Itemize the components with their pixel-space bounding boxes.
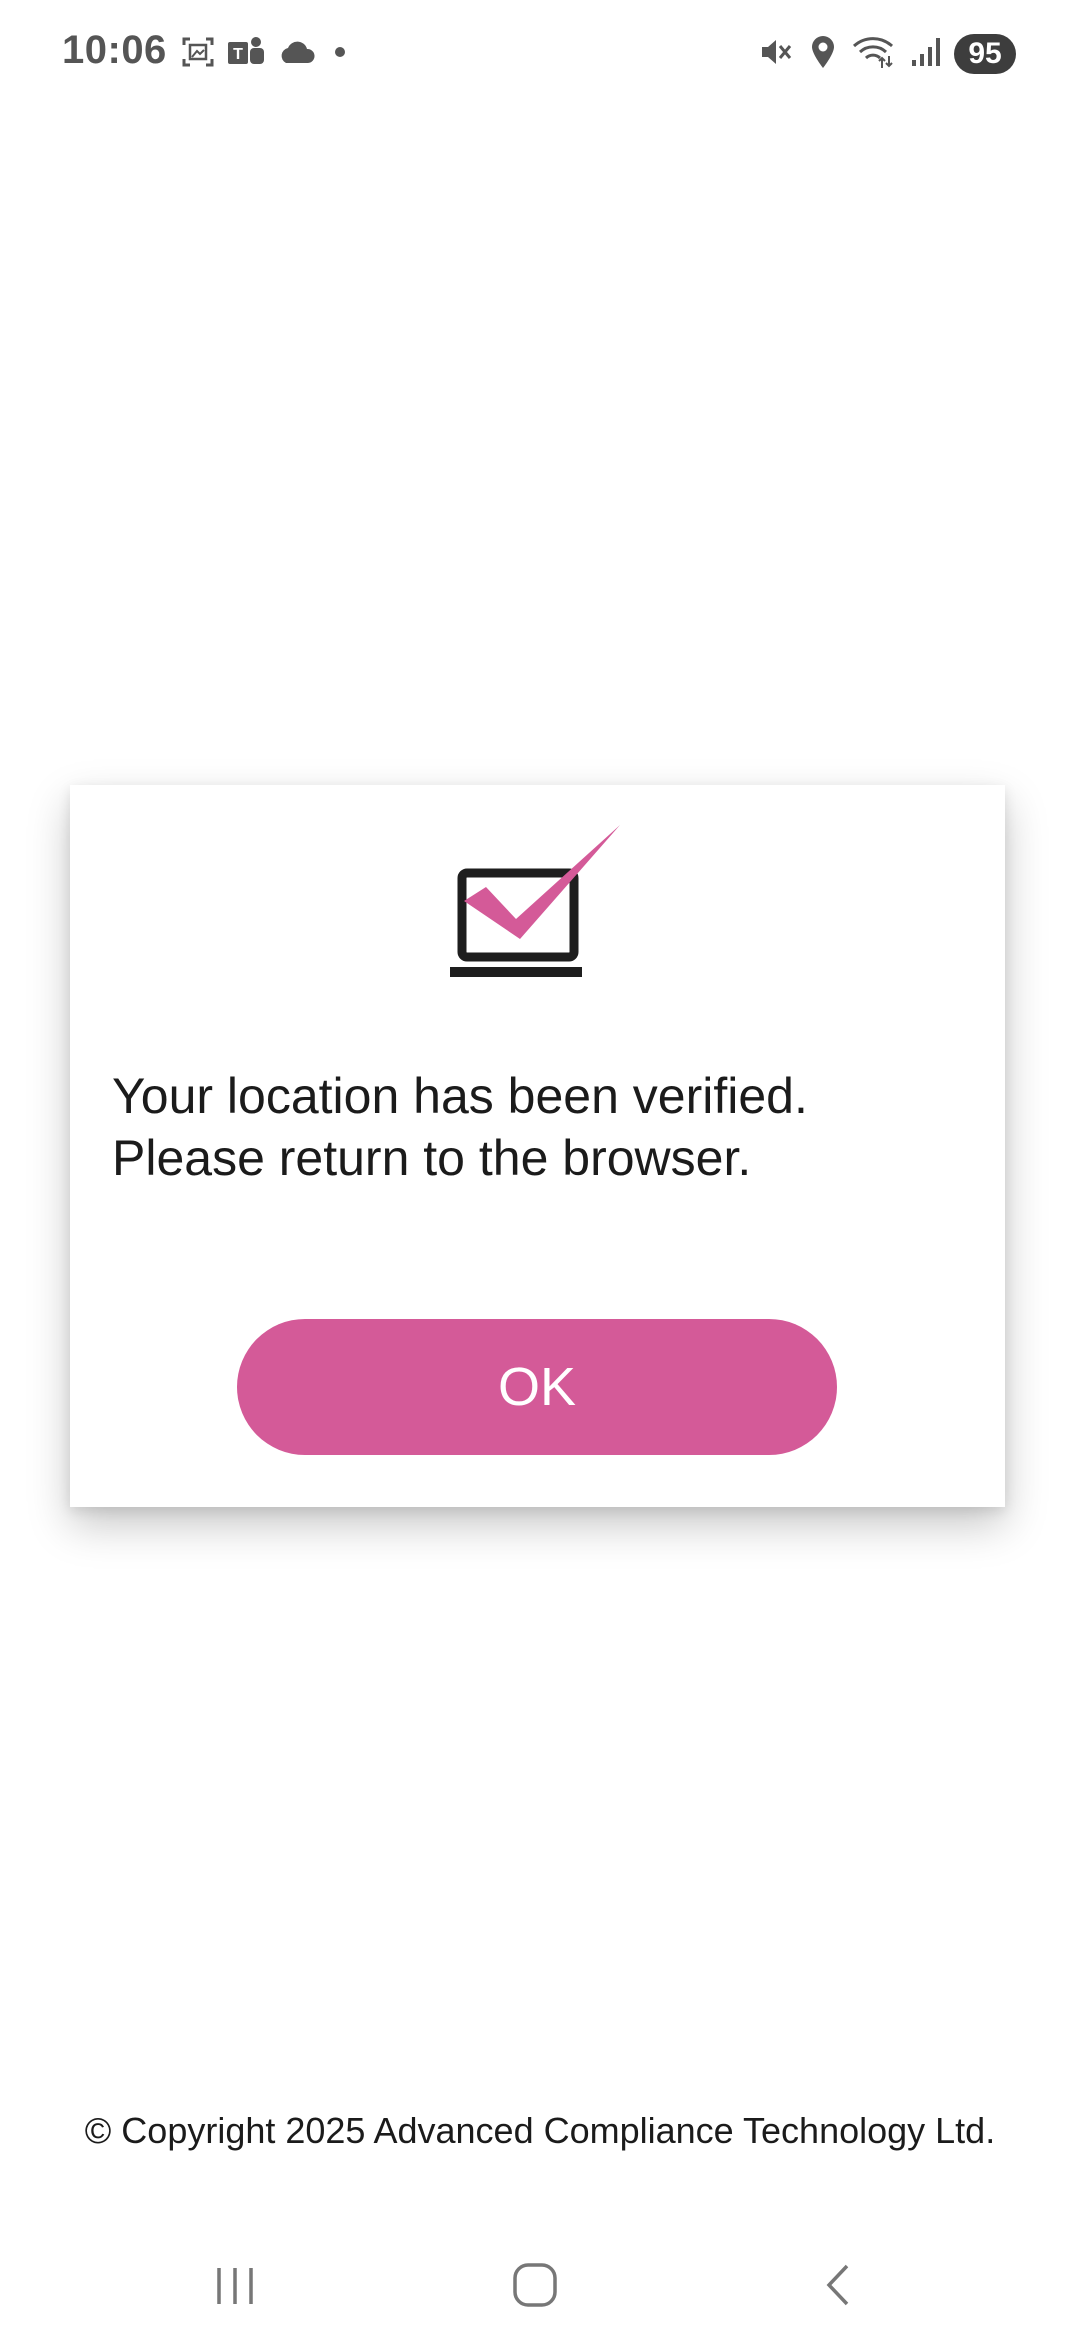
dot-icon [326,40,350,69]
dialog-message: Your location has been verified. Please … [112,1065,972,1189]
screen: 10:06 T 95 Your location has been verifi… [0,0,1080,2340]
back-icon[interactable] [793,2250,883,2320]
status-right-icons: 95 [758,32,1016,76]
dialog-message-line-2: Please return to the browser. [112,1130,752,1186]
mute-icon [758,34,794,75]
home-icon[interactable] [490,2250,580,2320]
signal-icon [910,34,940,75]
verification-dialog: Your location has been verified. Please … [70,785,1005,1507]
ok-button[interactable]: OK [237,1319,837,1455]
svg-text:T: T [233,46,243,63]
status-bar: 10:06 T 95 [0,0,1080,110]
recent-apps-icon[interactable] [190,2250,280,2320]
teams-icon: T [226,34,266,75]
copyright-footer: © Copyright 2025 Advanced Compliance Tec… [84,2110,996,2151]
status-left-icons: T [180,34,350,74]
cloud-icon [276,37,316,72]
nav-bar [0,2230,1080,2340]
wifi-icon [852,34,896,75]
battery-indicator: 95 [954,34,1016,74]
location-icon [808,34,838,75]
laptop-check-icon [450,825,630,995]
status-time: 10:06 [62,28,167,72]
dialog-message-line-1: Your location has been verified. [112,1068,808,1124]
screenshot-icon [180,34,216,75]
